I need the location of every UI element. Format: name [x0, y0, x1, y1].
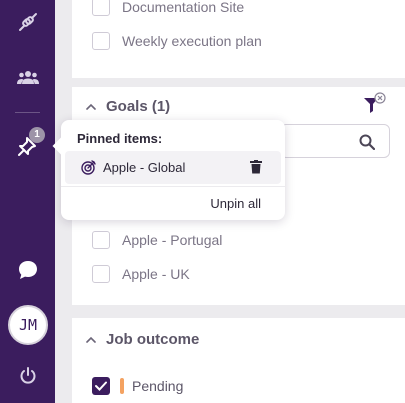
checkbox-checked[interactable]	[92, 377, 110, 395]
check-icon	[95, 381, 107, 391]
search-input[interactable]	[280, 124, 390, 158]
goals-header[interactable]: Goals (1)	[86, 98, 170, 115]
pinned-items-popover: Pinned items: Apple - Global Unpin all	[52, 120, 285, 220]
pinned-count-badge: 1	[29, 127, 45, 143]
unpin-all-button[interactable]: Unpin all	[210, 196, 261, 211]
list-item[interactable]: Apple - Portugal	[92, 229, 222, 251]
chevron-up-icon	[86, 103, 96, 110]
list-item[interactable]: Documentation Site	[92, 0, 244, 18]
pin-icon[interactable]	[0, 128, 55, 164]
job-outcome-card: Job outcome Pending	[72, 318, 405, 403]
avatar[interactable]: JM	[8, 305, 48, 345]
section-title: Goals (1)	[106, 98, 171, 115]
popover-title: Pinned items:	[77, 131, 163, 146]
trash-icon[interactable]	[250, 160, 262, 174]
list-item-label: Pending	[132, 378, 184, 394]
pinned-item[interactable]: Apple - Global	[65, 151, 281, 184]
list-item-label: Documentation Site	[122, 0, 245, 15]
tasks-card: Documentation Site Weekly execution plan	[72, 0, 405, 78]
status-color-bar	[120, 378, 124, 394]
popover-divider	[61, 186, 285, 187]
checkbox[interactable]	[92, 231, 110, 249]
integrations-icon[interactable]	[0, 4, 55, 40]
goal-target-icon	[81, 160, 96, 175]
chevron-up-icon	[86, 336, 96, 343]
team-icon[interactable]	[0, 60, 55, 96]
search-icon	[359, 134, 375, 150]
filter-clear-icon[interactable]	[362, 92, 388, 123]
list-item-label: Apple - UK	[122, 266, 190, 282]
list-item[interactable]: Apple - UK	[92, 263, 190, 285]
section-title: Job outcome	[106, 331, 200, 348]
checkbox[interactable]	[92, 265, 110, 283]
list-item[interactable]: Weekly execution plan	[92, 30, 262, 52]
job-outcome-header[interactable]: Job outcome	[86, 331, 199, 348]
checkbox[interactable]	[92, 32, 110, 50]
list-item-label: Apple - Portugal	[122, 232, 223, 248]
power-icon[interactable]	[0, 358, 55, 394]
chat-icon[interactable]	[0, 252, 55, 288]
sidebar: 1 JM	[0, 0, 55, 403]
pinned-item-label: Apple - Global	[103, 160, 186, 175]
checkbox[interactable]	[92, 0, 110, 16]
list-item-label: Weekly execution plan	[122, 33, 262, 49]
list-item[interactable]: Pending	[92, 375, 183, 397]
sidebar-divider	[15, 112, 40, 113]
